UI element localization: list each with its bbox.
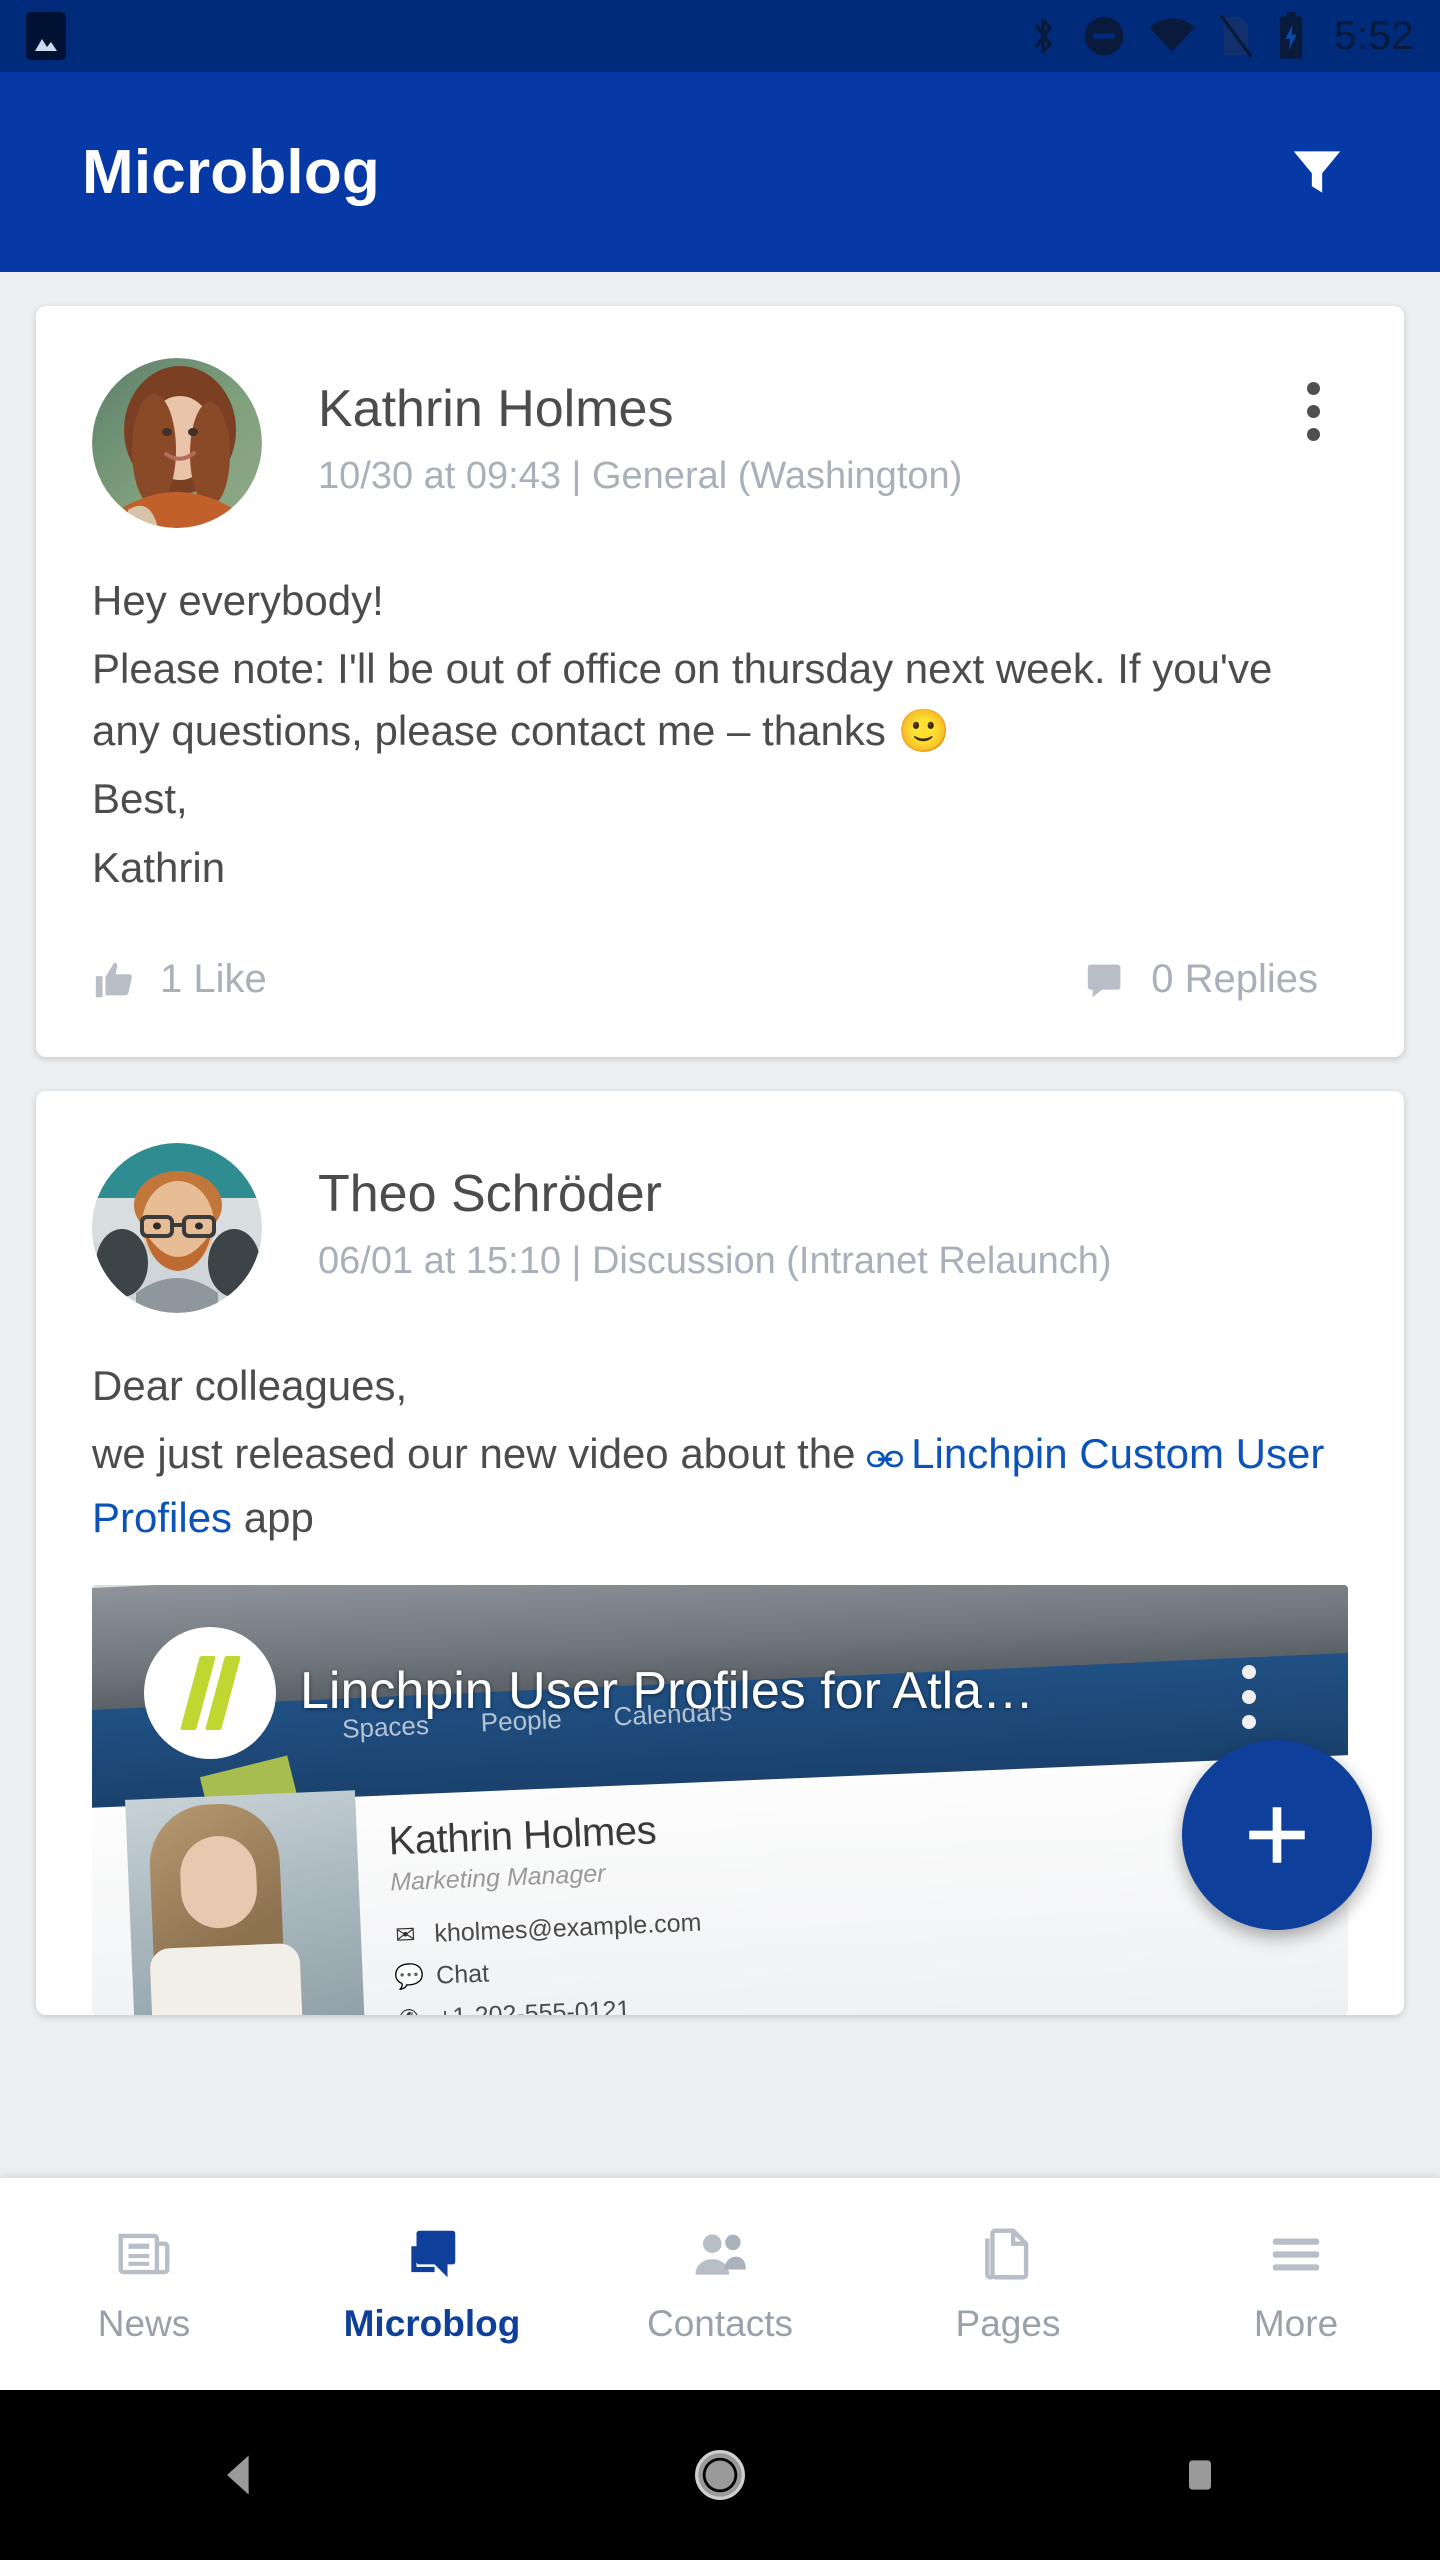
post-body-line: Hey everybody! bbox=[92, 577, 384, 624]
phone-icon: ✆ bbox=[395, 2005, 422, 2016]
status-time: 5:52 bbox=[1334, 13, 1414, 58]
nav-label: Pages bbox=[955, 2303, 1061, 2344]
status-bar: 5:52 bbox=[0, 0, 1440, 72]
post-body: Hey everybody! Please note: I'll be out … bbox=[92, 570, 1348, 899]
video-profile-phone-row: ✆ +1-202-555-0121 bbox=[395, 1993, 705, 2016]
system-navigation-bar bbox=[0, 2390, 1440, 2560]
link-chain-icon bbox=[867, 1425, 904, 1487]
like-count-label: 1 Like bbox=[160, 957, 267, 1002]
nav-label: Microblog bbox=[343, 2303, 521, 2344]
video-profile-chat-row: 💬 Chat bbox=[394, 1951, 704, 1993]
nav-label: Contacts bbox=[646, 2303, 793, 2344]
video-profile-email-row: ✉ kholmes@example.com bbox=[392, 1909, 702, 1951]
phone-screen: 5:52 Microblog Kathrin Holmes 10/30 at 0… bbox=[0, 0, 1440, 2560]
plus-icon bbox=[1249, 1807, 1305, 1863]
page-title: Microblog bbox=[82, 137, 380, 207]
contacts-icon bbox=[695, 2234, 746, 2275]
post-meta: Theo Schröder 06/01 at 15:10 | Discussio… bbox=[318, 1143, 1348, 1285]
body-text-after-link: app bbox=[232, 1494, 314, 1542]
post-header: Theo Schröder 06/01 at 15:10 | Discussio… bbox=[92, 1142, 1348, 1313]
status-bar-right: 5:52 bbox=[1026, 12, 1414, 60]
no-sim-icon bbox=[1219, 14, 1253, 58]
video-kebab-menu-icon[interactable] bbox=[1242, 1665, 1256, 1730]
replies-count-label: 0 Replies bbox=[1151, 957, 1318, 1002]
wifi-icon bbox=[1149, 18, 1195, 52]
post-body-line: Please note: I'll be out of office on th… bbox=[92, 645, 1273, 755]
do-not-disturb-icon bbox=[1084, 16, 1124, 56]
nav-item-pages[interactable]: Pages bbox=[864, 2223, 1152, 2345]
chat-bubble-icon: 💬 bbox=[393, 1963, 425, 1992]
post-body-line-with-link: we just released our new video about the… bbox=[92, 1423, 1348, 1549]
post-header: Kathrin Holmes 10/30 at 09:43 | General … bbox=[92, 358, 1348, 528]
envelope-icon: ✉ bbox=[394, 1921, 417, 1950]
post-card[interactable]: Kathrin Holmes 10/30 at 09:43 | General … bbox=[36, 306, 1404, 1057]
avatar[interactable] bbox=[92, 1142, 262, 1313]
recents-icon[interactable] bbox=[960, 2453, 1440, 2497]
post-body: Dear colleagues, we just released our ne… bbox=[92, 1355, 1348, 1549]
video-profile-chat: Chat bbox=[435, 1959, 490, 1990]
bluetooth-icon bbox=[1034, 18, 1053, 54]
filter-icon[interactable] bbox=[1272, 127, 1362, 217]
linchpin-logo-icon bbox=[144, 1627, 276, 1760]
nav-label: News bbox=[97, 2303, 191, 2344]
home-icon[interactable] bbox=[480, 2447, 960, 2503]
like-button[interactable]: 1 Like bbox=[92, 957, 267, 1003]
battery-charging-icon bbox=[1279, 12, 1303, 59]
nav-item-news[interactable]: News bbox=[0, 2223, 288, 2345]
post-meta: Kathrin Holmes 10/30 at 09:43 | General … bbox=[318, 358, 1278, 500]
video-embed[interactable]: Spaces People Calendars Kathrin Holmes M… bbox=[92, 1585, 1348, 2016]
news-icon bbox=[118, 2233, 170, 2275]
post-author[interactable]: Kathrin Holmes bbox=[318, 380, 1278, 438]
post-body-line: Kathrin bbox=[92, 843, 226, 891]
video-profile-photo bbox=[125, 1790, 365, 2016]
avatar[interactable] bbox=[92, 358, 262, 528]
post-actions: 1 Like 0 Replies bbox=[92, 957, 1348, 1057]
video-profile-phone: +1-202-555-0121 bbox=[437, 1995, 631, 2016]
video-profile-email: kholmes@example.com bbox=[433, 1908, 702, 1948]
comment-icon bbox=[1088, 964, 1121, 998]
app-bar: Microblog bbox=[0, 72, 1440, 272]
post-submeta: 10/30 at 09:43 | General (Washington) bbox=[318, 455, 963, 498]
microblog-icon bbox=[411, 2230, 456, 2278]
video-profile-card: Kathrin Holmes Marketing Manager ✉ kholm… bbox=[388, 1807, 706, 2016]
photo-icon bbox=[26, 12, 66, 60]
bottom-navigation: News Microblog Contacts Pages More bbox=[0, 2178, 1440, 2390]
post-submeta: 06/01 at 15:10 | Discussion (Intranet Re… bbox=[318, 1240, 1112, 1283]
body-text-before-link: we just released our new video about the bbox=[92, 1429, 868, 1477]
nav-item-microblog[interactable]: Microblog bbox=[288, 2223, 576, 2345]
nav-label: More bbox=[1253, 2303, 1339, 2344]
post-body-line: Dear colleagues, bbox=[92, 1361, 408, 1409]
thumbs-up-icon bbox=[95, 962, 132, 998]
post-author[interactable]: Theo Schröder bbox=[318, 1165, 1348, 1223]
pages-icon bbox=[985, 2228, 1029, 2280]
replies-button[interactable]: 0 Replies bbox=[1083, 957, 1318, 1003]
create-post-fab[interactable] bbox=[1182, 1740, 1372, 1930]
nav-item-more[interactable]: More bbox=[1152, 2223, 1440, 2345]
post-body-line: Best, bbox=[92, 775, 188, 823]
status-bar-left bbox=[26, 12, 66, 60]
back-icon[interactable] bbox=[0, 2449, 480, 2501]
nav-item-contacts[interactable]: Contacts bbox=[576, 2223, 864, 2345]
video-title: Linchpin User Profiles for Atla… bbox=[300, 1662, 1035, 1721]
hamburger-icon bbox=[1272, 2238, 1320, 2271]
kebab-menu-icon[interactable] bbox=[1278, 376, 1348, 446]
